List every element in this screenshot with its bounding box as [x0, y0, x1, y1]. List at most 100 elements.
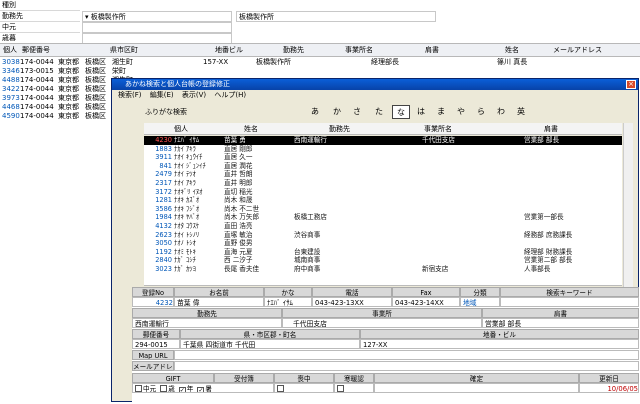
kana-button-2[interactable]: さ — [348, 105, 366, 119]
title-value[interactable]: 営業部 部長 — [482, 318, 639, 328]
gift-check-0[interactable]: 中元 — [135, 385, 156, 392]
shipped-field[interactable] — [334, 383, 374, 393]
dialog-title[interactable]: あかね検索と個人台帳の登録修正 — [112, 79, 638, 90]
list-col-name[interactable]: 姓名 — [244, 123, 258, 135]
checkbox-icon[interactable] — [135, 385, 142, 392]
table-row[interactable]: 2479 ﾅｵｲ ﾃﾂｵ 直井 哲朗 — [144, 170, 622, 179]
table-row[interactable]: 4132 ﾅｵﾀ ｺｳｽｹ 直田 浩亮 — [144, 222, 622, 231]
pref-field[interactable]: 千葉県 四街道市 千代田 — [180, 339, 360, 349]
cell-company: 台東建設 — [294, 247, 321, 256]
cell-pref: 東京都 — [58, 103, 79, 111]
cell-kana: ﾅｵｷ ﾌｼﾞｵ — [174, 204, 200, 213]
kana-button-6[interactable]: ま — [432, 105, 450, 119]
col-header-company[interactable]: 勤務先 — [283, 45, 304, 56]
close-icon[interactable]: × — [626, 80, 636, 89]
table-row[interactable]: 841 ﾅｵｲ ｼﾞｭﾝｲﾁ 直居 潤花 — [144, 162, 622, 171]
zip-field[interactable]: 294-0015 — [132, 339, 180, 349]
background-row[interactable]: 3346 173-0015 東京都 板橋区 栄町 — [0, 67, 640, 76]
menu-view[interactable]: 表示(V) — [182, 91, 206, 99]
kana-button-3[interactable]: た — [370, 105, 388, 119]
kana-button-1[interactable]: か — [328, 105, 346, 119]
menu-bar: 検索(F) 編集(E) 表示(V) ヘルプ(H) — [112, 90, 638, 100]
company-field-2[interactable]: 板橋製作所 — [236, 11, 436, 22]
table-row[interactable]: 2840 ﾅｶﾞ ｺｼﾁ 西 二汐子 城南商事 営業第二部 部長 — [144, 256, 622, 265]
kana-button-0[interactable]: あ — [306, 105, 324, 119]
mourning-field[interactable] — [274, 383, 334, 393]
map-url-field[interactable] — [174, 350, 639, 360]
cell-id: 4590 — [2, 112, 20, 120]
col-header-city[interactable]: 県市区町 — [110, 45, 138, 56]
menu-edit[interactable]: 編集(E) — [150, 91, 174, 99]
id-field[interactable]: 4232 — [132, 297, 174, 307]
kana-field[interactable]: ﾅｴﾊﾞ ｲｻﾑ — [264, 297, 312, 307]
cell-id: 4230 — [155, 136, 172, 144]
office-value[interactable]: 千代田支店 — [282, 318, 482, 328]
gift-check-label: 歳 — [168, 385, 175, 393]
list-col-id[interactable]: 個人 — [174, 123, 188, 135]
addr-field[interactable]: 127-XX — [360, 339, 639, 349]
label-addr: 地番・ビル — [360, 329, 639, 339]
checkbox-icon[interactable]: ✓ — [178, 387, 186, 392]
table-row[interactable]: 2623 ﾅｵｲ ﾄｼﾉﾘ 直塚 敏治 渋谷商事 経務部 庶務課長 — [144, 231, 622, 240]
fax-field[interactable]: 043-423-14XX — [392, 297, 460, 307]
col-header-addr[interactable]: 地番ビル — [215, 45, 243, 56]
kana-button-10[interactable]: 英 — [512, 105, 530, 119]
cell-kana: ﾅｵｲ ｼﾞｭﾝｲﾁ — [174, 161, 206, 170]
person-list[interactable]: 4230 ﾅｴﾊﾞ ｲｻﾑ 苗葉 勇西南運輸行 千代田支店 営業部 部長 1883 ﾅｶｲ … — [144, 136, 622, 286]
table-row[interactable]: 3050 ﾅｵﾉ ﾄｼｵ 直野 俊男 — [144, 239, 622, 248]
col-header-office[interactable]: 事業所名 — [345, 45, 373, 56]
cell-pref: 東京都 — [58, 85, 79, 93]
keyword-field[interactable] — [500, 297, 639, 307]
checkbox-icon[interactable]: ✓ — [197, 387, 205, 392]
mourning-checkbox[interactable] — [277, 385, 284, 392]
table-row[interactable]: 2317 ﾅｵｲ ｱｷﾗ 直井 明郎 — [144, 179, 622, 188]
list-col-office[interactable]: 事業所名 — [424, 123, 452, 135]
table-row[interactable]: 1883 ﾅｶｲ ｱｷﾗ 直居 剛郎 — [144, 145, 622, 154]
table-row[interactable]: 1192 ﾅｵﾐ ﾓﾄｷ 直海 元夏 台東建設 経理部 財務課長 — [144, 248, 622, 257]
cell-name: 直田 浩亮 — [224, 222, 253, 230]
gift-check-3[interactable]: ✓ 暑 — [197, 385, 212, 393]
gift-check-label: 暑 — [205, 385, 212, 393]
table-row[interactable]: 3172 ﾅｵｷﾞﾘ ｲﾇｵ 直切 稲光 — [144, 188, 622, 197]
kana-button-9[interactable]: わ — [492, 105, 510, 119]
company-value[interactable]: 西南運輸行 — [132, 318, 282, 328]
cell-title: 経理部長 — [371, 58, 399, 66]
company-field[interactable]: ▾ 板橋製作所 — [82, 11, 232, 22]
background-row[interactable]: 3038 174-0044 東京都 板橋区 湘生町 157-XX 板橋製作所 経理部長 篠川 真… — [0, 58, 640, 67]
col-header-zip[interactable]: 郵便番号 — [22, 45, 50, 56]
table-row[interactable]: 3911 ﾅｵｲ ｷｭｳｲﾁ 直居 久一 — [144, 153, 622, 162]
mail-field[interactable] — [174, 361, 639, 371]
confirm-field[interactable] — [374, 383, 579, 393]
col-header-name[interactable]: 姓名 — [505, 45, 519, 56]
gift-check-1[interactable]: 歳 — [160, 385, 175, 393]
list-col-company[interactable]: 勤務先 — [329, 123, 350, 135]
col-header-title[interactable]: 肩書 — [425, 45, 439, 56]
checkbox-icon[interactable] — [160, 385, 168, 392]
form-label-chugen: 中元 — [0, 22, 80, 33]
list-col-title[interactable]: 肩書 — [544, 123, 558, 135]
kana-button-5[interactable]: は — [412, 105, 430, 119]
class-field[interactable]: 地域 — [460, 297, 500, 307]
cell-name: 尚木 不二世 — [224, 204, 260, 213]
chugen-field[interactable] — [82, 22, 232, 33]
gift-check-2[interactable]: ✓ 年 — [178, 385, 193, 392]
cell-kana: ﾅｴﾊﾞ ｲｻﾑ — [174, 136, 200, 144]
menu-search[interactable]: 検索(F) — [118, 91, 142, 99]
kana-button-8[interactable]: ら — [472, 105, 490, 119]
table-row[interactable]: 3586 ﾅｵｷ ﾌｼﾞｵ 尚木 不二世 — [144, 205, 622, 214]
table-row[interactable]: 1281 ﾅｵｷ ｶｽﾞｵ 尚木 和晟 — [144, 196, 622, 205]
label-updated: 更新日 — [579, 373, 639, 383]
table-row[interactable]: 1984 ﾅｵｷ ﾔﾊﾞｵ 尚木 万矢郎 板橋工務店 営業第一部長 — [144, 213, 622, 222]
table-row[interactable]: 4230 ﾅｴﾊﾞ ｲｻﾑ 苗葉 勇 西南運輸行 千代田支店 営業部 部長 — [144, 136, 622, 145]
name-field[interactable]: 苗葉 偉 — [174, 297, 264, 307]
col-header-id[interactable]: 個人 — [3, 45, 17, 56]
cell-name: 篠川 真長 — [497, 58, 528, 66]
col-header-mail[interactable]: メールアドレス — [553, 45, 602, 56]
table-row[interactable]: 3023 ﾅｶﾞ ｶﾂﾖ 長尾 香夫佳 府中商事 新宿支店 人事部長 — [144, 265, 622, 274]
list-scrollbar[interactable] — [623, 123, 633, 287]
kana-button-7[interactable]: や — [452, 105, 470, 119]
tel-field[interactable]: 043-423-13XX — [312, 297, 392, 307]
menu-help[interactable]: ヘルプ(H) — [214, 91, 246, 99]
kana-button-4[interactable]: な — [392, 105, 410, 119]
shipped-checkbox[interactable] — [337, 385, 344, 392]
